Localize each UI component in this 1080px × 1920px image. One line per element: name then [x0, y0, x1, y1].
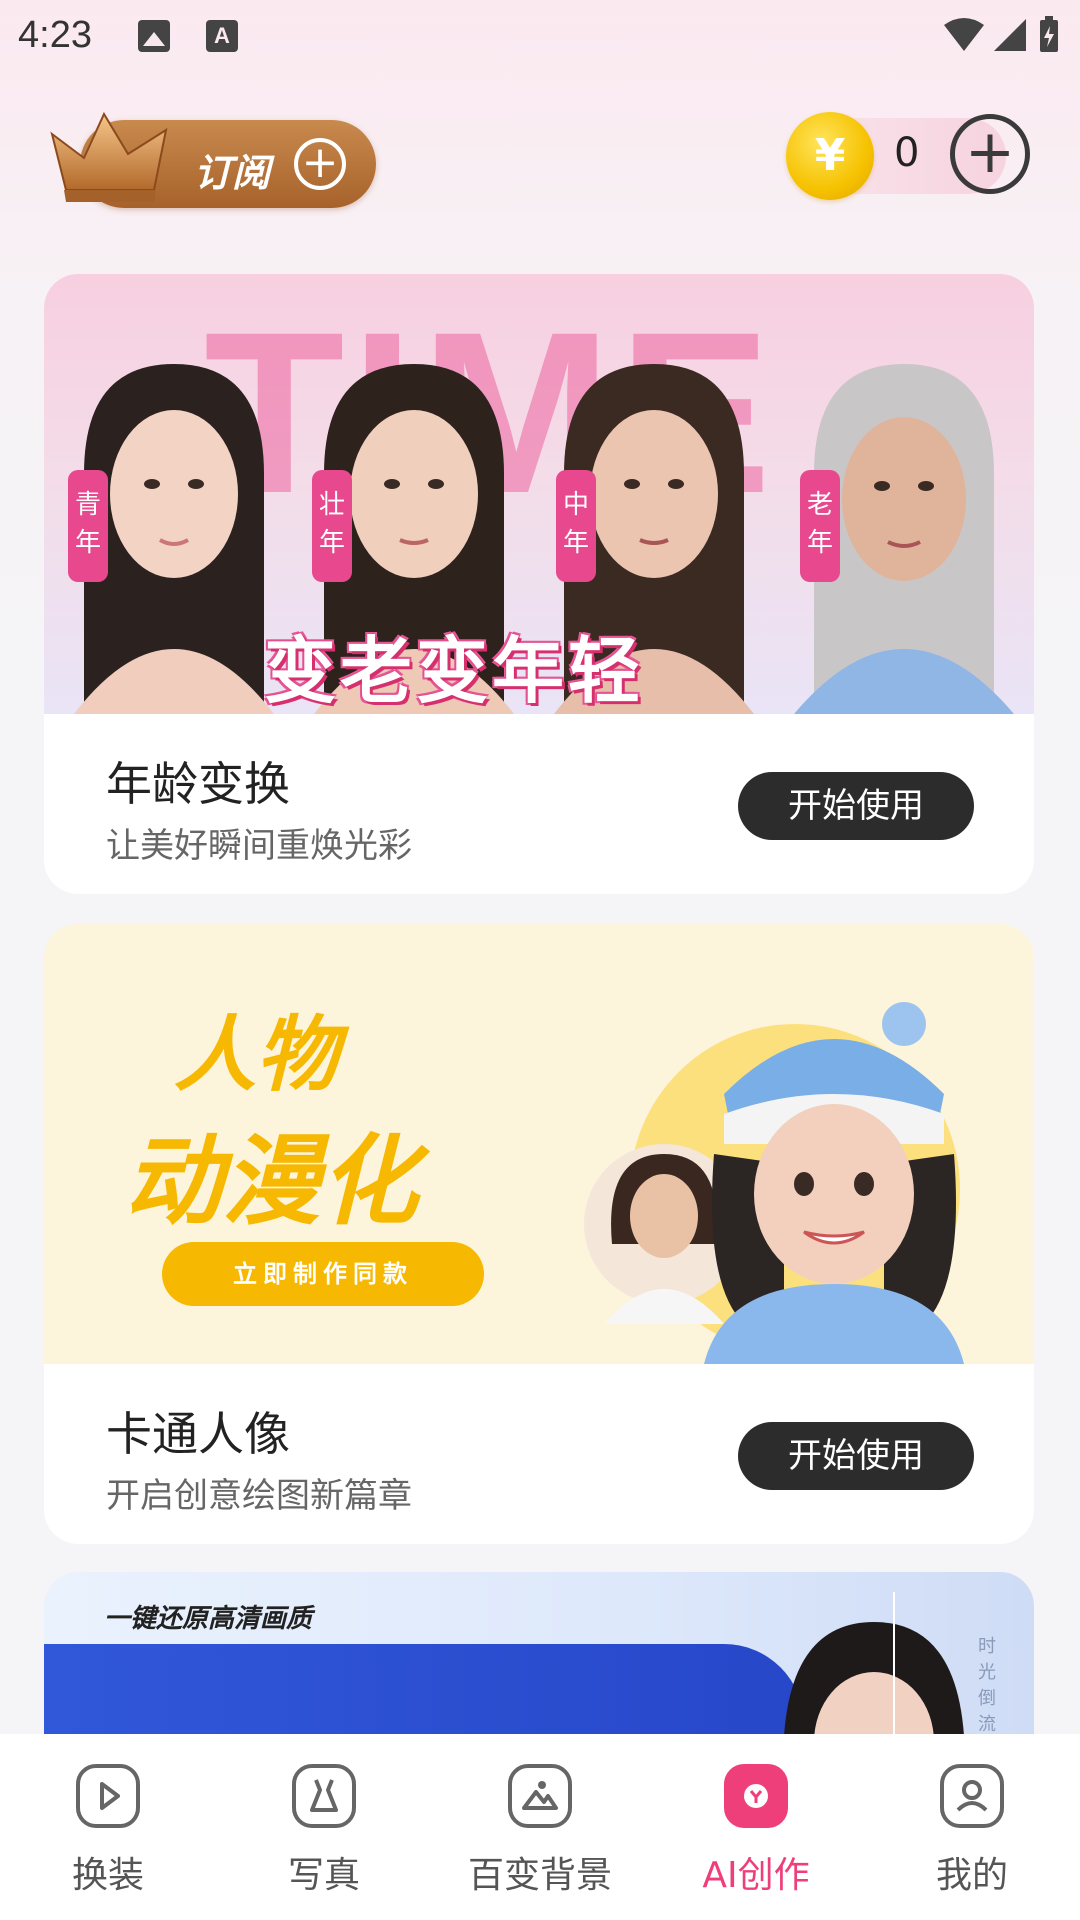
- nav-label: 我的: [935, 1855, 1008, 1896]
- landscape-icon: [508, 1764, 572, 1828]
- start-button[interactable]: 开始使用: [738, 1422, 974, 1490]
- card-subtitle: 开启创意绘图新篇章: [106, 1476, 412, 1516]
- nav-item-ai-create[interactable]: AI创作: [656, 1764, 856, 1904]
- a-notification-icon: A: [206, 20, 238, 52]
- nav-item-profile[interactable]: 我的: [872, 1764, 1072, 1904]
- status-bar: 4:23 A: [0, 0, 1080, 74]
- nav-label: 写真: [287, 1855, 360, 1896]
- card-title: 年龄变换: [106, 757, 290, 811]
- banner-side-text: 时光倒流: [978, 1636, 996, 1735]
- subscribe-plus-icon: +: [294, 138, 346, 190]
- banner-label: 一键还原高清画质: [104, 1604, 313, 1634]
- user-icon: [940, 1764, 1004, 1828]
- banner-title-line2: 动漫化: [124, 1125, 419, 1239]
- card-subtitle: 让美好瞬间重焕光彩: [106, 826, 412, 866]
- subscribe-button[interactable]: 订阅 +: [44, 104, 378, 208]
- add-coins-button[interactable]: +: [950, 114, 1030, 194]
- cartoon-banner[interactable]: 人物 动漫化 立即制作同款: [44, 924, 1034, 1364]
- battery-icon: [1040, 16, 1058, 52]
- card-title: 卡通人像: [106, 1407, 290, 1461]
- nav-label: 换装: [71, 1855, 144, 1896]
- coin-icon: ¥: [786, 112, 874, 200]
- nav-label: 百变背景: [467, 1855, 612, 1896]
- cartoon-character-image: [704, 1002, 964, 1364]
- age-tag-middle: 中年: [556, 470, 596, 582]
- nav-label: AI创作: [702, 1855, 810, 1896]
- age-tag-old: 老年: [800, 470, 840, 582]
- card-info: 年龄变换 让美好瞬间重焕光彩 开始使用: [44, 714, 1034, 894]
- cartoon-portrait-card[interactable]: 人物 动漫化 立即制作同款 卡通人像 开启创意绘图新篇章 开始使用: [44, 924, 1034, 1544]
- nav-item-dress-up[interactable]: 换装: [8, 1764, 208, 1904]
- age-tag-adult: 壮年: [312, 470, 352, 582]
- crown-icon: [50, 111, 168, 202]
- play-icon: [76, 1764, 140, 1828]
- banner-slogan: 变老变年轻: [264, 629, 645, 713]
- coin-balance: ¥ 0 +: [786, 112, 1036, 200]
- wifi-icon: [944, 18, 984, 51]
- gallery-notification-icon: [138, 20, 170, 52]
- card-info: 卡通人像 开启创意绘图新篇章 开始使用: [44, 1364, 1034, 1544]
- age-tag-young: 青年: [68, 470, 108, 582]
- banner-title-line1: 人物: [174, 1008, 338, 1103]
- subscribe-label: 订阅: [194, 151, 271, 195]
- bottom-nav: 换装 写真 百变背景 AI创作 我的: [0, 1734, 1080, 1920]
- dress-icon: [292, 1764, 356, 1828]
- cell-signal-icon: [994, 19, 1026, 51]
- start-button[interactable]: 开始使用: [738, 772, 974, 840]
- age-transform-card[interactable]: TIME 青年 壮年: [44, 274, 1034, 894]
- coin-count: 0: [894, 130, 920, 176]
- make-same-button[interactable]: 立即制作同款: [162, 1242, 484, 1306]
- status-icons: [944, 16, 1060, 54]
- status-time: 4:23: [18, 14, 92, 56]
- nav-item-background[interactable]: 百变背景: [440, 1764, 640, 1904]
- ai-icon: [724, 1764, 788, 1828]
- nav-item-portrait[interactable]: 写真: [224, 1764, 424, 1904]
- age-transform-banner[interactable]: TIME 青年 壮年: [44, 274, 1034, 714]
